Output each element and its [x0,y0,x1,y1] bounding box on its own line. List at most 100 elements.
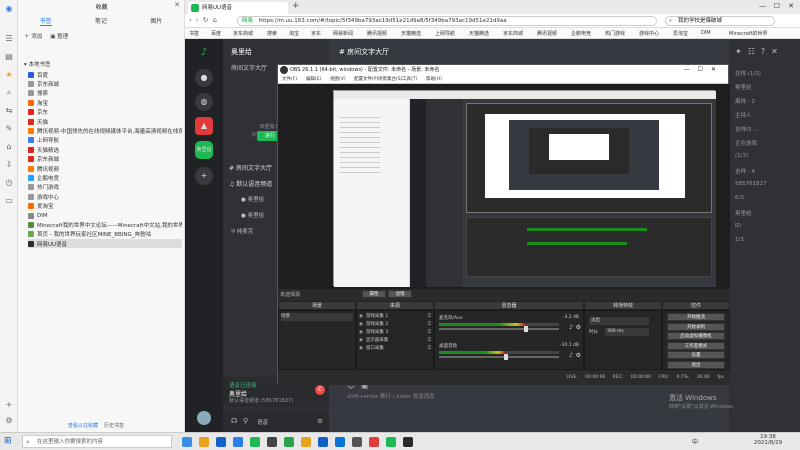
transition-select[interactable]: 淡出 [589,317,649,325]
voice-user-1[interactable]: ● 奥里给 [241,195,264,203]
bookmark-item[interactable]: 企鹅电竞 [28,173,182,182]
start-icon[interactable]: ⊞ [4,436,12,446]
mic-icon[interactable]: ⚲ [243,417,248,425]
taskbar-app-icon[interactable] [352,437,362,447]
minimize-button[interactable]: — [759,2,766,10]
tab-images[interactable]: 图片 [150,14,162,26]
control-button[interactable]: 工作室模式 [667,341,725,350]
bookmark-item[interactable]: 热门游戏 [28,183,182,192]
taskbar-app-icon[interactable] [335,437,345,447]
pin-icon[interactable]: ✦ [735,47,748,56]
duration-input[interactable]: 300 ms [605,328,649,336]
taskbar-app-icon[interactable] [318,437,328,447]
bookmark-bar-item[interactable]: 京东商城 [233,30,253,37]
bookmark-item[interactable]: 京东商城 [28,79,182,88]
obs-menu-item[interactable]: 配置文件(P) [354,76,378,82]
member-item[interactable]: 吉祥 - 4 [735,167,755,175]
bookmark-bar-item[interactable]: 淘宝 [289,30,299,37]
visibility-icon[interactable]: ◉ [359,338,363,343]
apex-server-icon[interactable]: ▲ [195,117,213,135]
member-item[interactable]: 主持人 [735,111,752,119]
lock-icon[interactable]: ⚿ [428,321,431,329]
visibility-icon[interactable]: ◉ [359,314,363,319]
new-tab-button[interactable]: + [292,1,300,11]
bookmark-item[interactable]: 腾讯视频-中国领先的在线视频媒体平台,海量高清视频在线观看 [28,126,182,135]
bookmark-item[interactable]: 上网导航 [28,136,182,145]
volume-slider[interactable] [439,326,559,332]
volume-knob[interactable] [523,326,528,332]
translate-icon[interactable]: ⇆ [4,106,14,116]
taskbar-search[interactable]: ⌕ 在这里输入你要搜索的内容 [22,435,172,448]
bookmark-bar-item[interactable]: 天猫精选 [401,30,421,37]
taskbar-app-icon[interactable] [369,437,379,447]
close-icon[interactable]: ✕ [771,47,784,56]
visibility-icon[interactable]: ◉ [359,330,363,335]
tab-bookmarks[interactable]: 书签 [39,14,52,26]
member-item[interactable]: 585761827 [735,181,767,187]
scene-item[interactable]: 场景 [281,313,353,321]
obs-preview[interactable] [278,84,730,289]
taskbar-app-icon[interactable] [267,437,277,447]
filters-button[interactable]: 滤镜 [388,290,412,298]
bookmark-bar-item[interactable]: 网易新闻 [333,30,353,37]
download-icon[interactable]: ⇩ [4,160,14,170]
bookmark-bar-item[interactable]: 百度 [211,30,221,37]
notes-icon[interactable]: ✎ [4,124,14,134]
bookmark-bar-item[interactable]: 腾讯视频 [537,30,557,37]
text-channel-item[interactable]: # 房间文字大厅 [229,163,272,172]
chat-icon[interactable]: ▭ [4,196,14,206]
settings-icon[interactable]: ≡ [317,417,323,425]
member-item[interactable]: (1/3) [735,153,748,159]
help-icon[interactable]: ? [761,47,771,56]
organize-button[interactable]: ▣ 整理 [50,32,68,40]
bookmark-bar-item[interactable]: 京东商城 [503,30,523,37]
nav-buttons[interactable]: ‹›↻⌂ [189,16,221,24]
member-item[interactable]: 离线 - 2 [735,97,755,105]
obs-menu-item[interactable]: 视图(V) [330,76,346,82]
voice-channel-item[interactable]: ♫ 默认语音频道 [229,179,272,188]
member-item[interactable]: 吉祥(5 ... [735,125,759,133]
bookmark-item[interactable]: 爱淘宝 [28,202,182,211]
member-item[interactable]: 奥里给 [735,209,752,217]
member-item[interactable]: 在线 (1/3) [735,69,761,77]
close-panel-icon[interactable]: ✕ [174,1,180,9]
server-aoligei[interactable]: 奥里给 [195,141,213,159]
lock-icon[interactable]: ⚿ [428,345,431,353]
taskbar-app-icon[interactable] [250,437,260,447]
taskbar-app-icon[interactable] [284,437,294,447]
voice-user-2[interactable]: ● 奥里给 [241,211,264,219]
member-item[interactable]: 1/3 [735,237,744,243]
bookmark-item[interactable]: DIM [28,211,182,220]
ime-indicator[interactable]: 中 [692,437,698,446]
lock-icon[interactable]: ⚿ [428,313,431,321]
bookmark-bar-item[interactable]: Minecraft的世界 [729,30,767,37]
browser-logo-icon[interactable]: ◉ [4,4,14,14]
bookmark-item[interactable]: 网易UU语音 [28,239,182,249]
search-icon[interactable]: ⌕ [4,88,14,98]
bookmark-item[interactable]: 游戏中心 [28,192,182,201]
obs-window-controls[interactable]: —☐✕ [684,65,724,75]
bookmark-item[interactable]: 首页 - 我的世界玩家社区MINE_BBING_奔驰咕 [28,230,182,239]
taskbar-app-icon[interactable] [216,437,226,447]
gear-icon[interactable]: ⚙ [576,352,581,359]
obs-menu-item[interactable]: 工具(T) [402,76,417,82]
disconnect-icon[interactable]: ✆ [315,385,325,395]
clock[interactable]: 19:38 2021/8/29 [750,434,786,446]
member-item[interactable]: 奥里给 [735,83,752,91]
lock-icon[interactable]: ⚿ [428,329,431,337]
local-bookmarks-folder[interactable]: ▾ 本地书签 [24,60,51,68]
source-item[interactable]: ◉ 游戏采集 3 ⚿ [359,329,431,337]
visibility-icon[interactable]: ◉ [359,346,363,351]
history-bookmarks-link[interactable]: 历史书签 [104,422,124,429]
view-old-bookmarks-link[interactable]: 查看以往收藏 [68,422,98,429]
bookmark-item[interactable]: 淘宝 [28,98,182,107]
control-button[interactable]: 开始推流 [667,313,725,321]
bookmark-item[interactable]: 搜索 [28,89,182,98]
add-bookmark-button[interactable]: ＋ 添加 [24,32,42,40]
control-button[interactable]: 退出 [667,360,725,369]
settings-icon[interactable]: ⚙ [4,416,14,426]
cart-icon[interactable]: ⌂ [4,142,14,152]
member-item[interactable]: ID [735,223,741,229]
speaker-icon[interactable]: ♪ [569,352,573,359]
bookmark-bar-item[interactable]: 游戏中心 [639,30,659,37]
